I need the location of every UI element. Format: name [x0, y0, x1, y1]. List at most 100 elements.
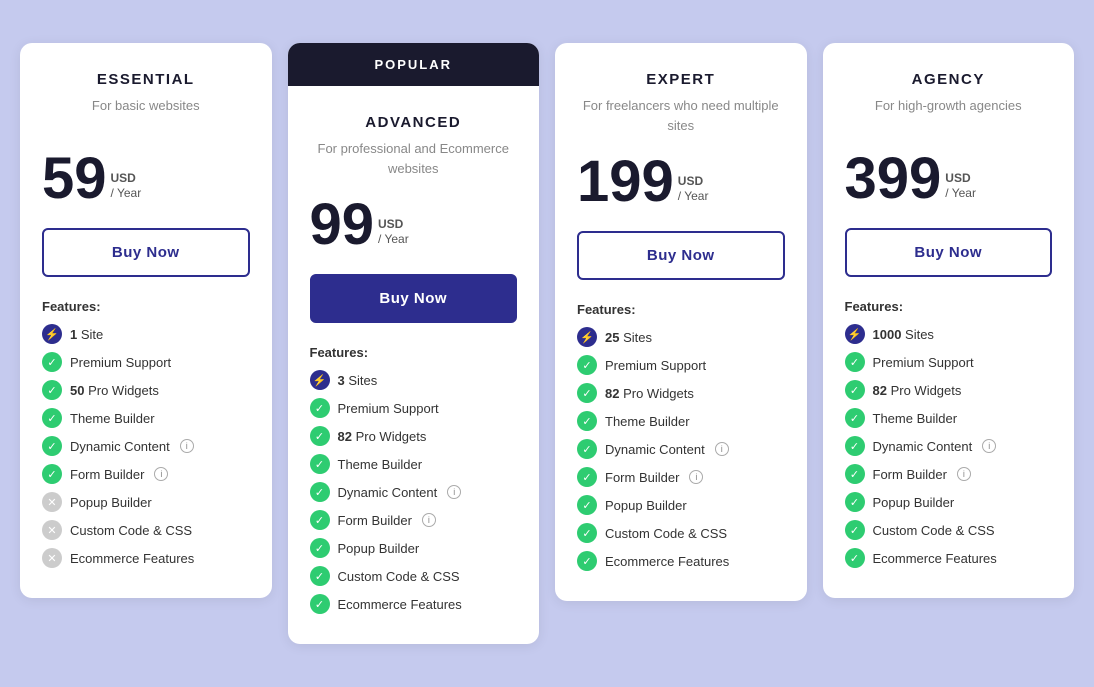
feature-icon-check: ✓ — [577, 439, 597, 459]
plan-desc-agency: For high-growth agencies — [845, 96, 1053, 132]
feature-text: Form Builder — [873, 467, 947, 482]
feature-item: ✓ Dynamic Contenti — [577, 439, 785, 459]
feature-text: 25 Sites — [605, 330, 652, 345]
price-meta-essential: USD / Year — [111, 171, 142, 208]
feature-item: ✓ Theme Builder — [310, 454, 518, 474]
plan-card-essential: ESSENTIALFor basic websites 59 USD / Yea… — [20, 43, 272, 598]
price-period-essential: / Year — [111, 186, 142, 202]
feature-icon-bolt: ⚡ — [310, 370, 330, 390]
price-meta-expert: USD / Year — [678, 174, 709, 211]
feature-text: Form Builder — [338, 513, 412, 528]
feature-text: Ecommerce Features — [873, 551, 997, 566]
feature-item: ⚡ 1 Site — [42, 324, 250, 344]
feature-icon-x: ✕ — [42, 520, 62, 540]
feature-text: 82 Pro Widgets — [338, 429, 427, 444]
plan-card-agency: AGENCYFor high-growth agencies 399 USD /… — [823, 43, 1075, 598]
feature-text: 82 Pro Widgets — [873, 383, 962, 398]
price-row-advanced: 99 USD / Year — [310, 196, 518, 254]
feature-icon-bolt: ⚡ — [42, 324, 62, 344]
feature-item: ✓ Popup Builder — [310, 538, 518, 558]
feature-icon-check: ✓ — [42, 352, 62, 372]
feature-item: ✓ Ecommerce Features — [577, 551, 785, 571]
feature-icon-check: ✓ — [310, 482, 330, 502]
feature-icon-check: ✓ — [310, 594, 330, 614]
feature-text: Popup Builder — [873, 495, 955, 510]
price-currency-advanced: USD — [378, 217, 409, 233]
feature-item: ✓ Dynamic Content i — [310, 482, 518, 502]
feature-icon-check: ✓ — [845, 436, 865, 456]
feature-icon-check: ✓ — [42, 380, 62, 400]
feature-icon-check: ✓ — [310, 566, 330, 586]
info-icon: i — [982, 439, 996, 453]
price-currency-expert: USD — [678, 174, 709, 190]
buy-btn-advanced[interactable]: Buy Now — [310, 274, 518, 323]
feature-item: ⚡ 25 Sites — [577, 327, 785, 347]
buy-btn-essential[interactable]: Buy Now — [42, 228, 250, 277]
price-number-advanced: 99 — [310, 196, 375, 254]
feature-text: Ecommerce Features — [338, 597, 462, 612]
feature-item: ✓ Theme Builder — [577, 411, 785, 431]
buy-btn-agency[interactable]: Buy Now — [845, 228, 1053, 277]
feature-item: ✓ Popup Builder — [845, 492, 1053, 512]
feature-icon-x: ✕ — [42, 492, 62, 512]
feature-text: 1 Site — [70, 327, 103, 342]
feature-item: ✓ Dynamic Contenti — [42, 436, 250, 456]
feature-text: Dynamic Content — [338, 485, 438, 500]
price-row-agency: 399 USD / Year — [845, 150, 1053, 208]
feature-text: Popup Builder — [605, 498, 687, 513]
feature-text: Premium Support — [605, 358, 706, 373]
feature-icon-check: ✓ — [845, 464, 865, 484]
feature-icon-check: ✓ — [310, 398, 330, 418]
feature-item: ✓ 82 Pro Widgets — [577, 383, 785, 403]
feature-icon-check: ✓ — [577, 411, 597, 431]
feature-icon-check: ✓ — [845, 492, 865, 512]
feature-icon-check: ✓ — [845, 380, 865, 400]
feature-text: Dynamic Content — [873, 439, 973, 454]
feature-item: ✓ Theme Builder — [845, 408, 1053, 428]
feature-item: ✓ Premium Support — [845, 352, 1053, 372]
feature-text: Ecommerce Features — [605, 554, 729, 569]
feature-item: ✓ Ecommerce Features — [310, 594, 518, 614]
price-currency-agency: USD — [945, 171, 976, 187]
price-row-expert: 199 USD / Year — [577, 153, 785, 211]
feature-text: Theme Builder — [338, 457, 423, 472]
price-number-essential: 59 — [42, 150, 107, 208]
feature-icon-check: ✓ — [577, 355, 597, 375]
feature-icon-check: ✓ — [42, 408, 62, 428]
price-number-expert: 199 — [577, 153, 674, 211]
feature-text: 1000 Sites — [873, 327, 934, 342]
feature-item: ✓ Form Builderi — [42, 464, 250, 484]
feature-item: ✓ Custom Code & CSS — [577, 523, 785, 543]
feature-item: ✕ Popup Builder — [42, 492, 250, 512]
feature-text: Custom Code & CSS — [338, 569, 460, 584]
features-label-advanced: Features: — [310, 345, 518, 360]
popular-badge: POPULAR — [288, 43, 540, 86]
feature-text: Theme Builder — [70, 411, 155, 426]
feature-text: Popup Builder — [70, 495, 152, 510]
feature-icon-check: ✓ — [42, 464, 62, 484]
feature-text: 82 Pro Widgets — [605, 386, 694, 401]
price-period-advanced: / Year — [378, 232, 409, 248]
feature-text: Custom Code & CSS — [70, 523, 192, 538]
feature-item: ✓ Form Builder i — [310, 510, 518, 530]
feature-item: ✓ Ecommerce Features — [845, 548, 1053, 568]
feature-text: Premium Support — [70, 355, 171, 370]
feature-item: ✓ Popup Builder — [577, 495, 785, 515]
feature-icon-x: ✕ — [42, 548, 62, 568]
plan-desc-essential: For basic websites — [42, 96, 250, 132]
feature-text: Form Builder — [605, 470, 679, 485]
feature-icon-check: ✓ — [310, 538, 330, 558]
info-icon: i — [422, 513, 436, 527]
feature-item: ✓ Custom Code & CSS — [845, 520, 1053, 540]
feature-icon-check: ✓ — [845, 548, 865, 568]
feature-text: Theme Builder — [605, 414, 690, 429]
info-icon: i — [447, 485, 461, 499]
info-icon: i — [154, 467, 168, 481]
plan-card-advanced: POPULARADVANCEDFor professional and Ecom… — [288, 43, 540, 644]
price-period-expert: / Year — [678, 189, 709, 205]
price-period-agency: / Year — [945, 186, 976, 202]
buy-btn-expert[interactable]: Buy Now — [577, 231, 785, 280]
feature-icon-check: ✓ — [577, 467, 597, 487]
feature-item: ✓ Form Builderi — [845, 464, 1053, 484]
feature-icon-check: ✓ — [310, 510, 330, 530]
